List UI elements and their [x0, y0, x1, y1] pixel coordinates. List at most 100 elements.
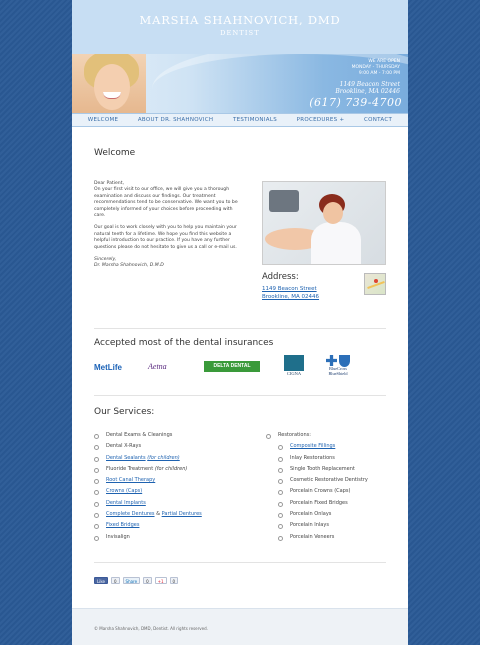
bcbs-logo: BlueCross BlueShield: [322, 355, 354, 381]
service-item: Crowns (Caps): [94, 488, 202, 499]
site-header: MARSHA SHAHNOVICH, DMD DENTIST: [72, 0, 408, 54]
service-link[interactable]: Dental Sealants: [106, 455, 146, 461]
dentist-office-photo: [262, 181, 386, 265]
address-heading: Address:: [262, 272, 299, 282]
service-label: Porcelain Inlays: [290, 522, 329, 529]
service-label: Porcelain Veneers: [290, 533, 335, 540]
bcbs-label: BlueCross BlueShield: [322, 366, 354, 376]
service-item: Restorations:: [266, 432, 368, 443]
service-item: Root Canal Therapy: [94, 477, 202, 488]
blue-cross-icon: [326, 355, 337, 366]
service-item: Inlay Restorations: [266, 455, 368, 466]
smiling-woman-photo: [72, 54, 146, 113]
service-label: Porcelain Crowns (Caps): [290, 488, 351, 495]
welcome-letter: Dear Patient, On your first visit to our…: [94, 181, 244, 270]
service-link[interactable]: Crowns (Caps): [106, 488, 142, 494]
service-item: Porcelain Inlays: [266, 522, 368, 533]
service-item: Composite Fillings: [266, 443, 368, 454]
service-item: Single Tooth Replacement: [266, 466, 368, 477]
service-label: Cosmetic Restorative Dentistry: [290, 477, 368, 484]
main-nav: WELCOME ABOUT DR. SHAHNOVICH TESTIMONIAL…: [72, 113, 408, 127]
service-item: Complete Dentures & Partial Dentures: [94, 511, 202, 522]
banner-city: Brookline, MA 02446: [335, 88, 400, 95]
letter-signature: Dr. Marsha Shahnovich, D.M.D: [94, 263, 164, 269]
services-heading: Our Services:: [94, 407, 155, 417]
letter-paragraph-1: On your first visit to our office, we wi…: [94, 187, 238, 219]
linkedin-share-count: 0: [143, 577, 152, 584]
service-item: Dental Exams & Cleanings: [94, 432, 202, 443]
nav-contact[interactable]: CONTACT: [364, 117, 392, 123]
page-container: MARSHA SHAHNOVICH, DMD DENTIST WE ARE OP…: [72, 0, 408, 645]
services-list-right: Restorations: Composite Fillings Inlay R…: [266, 432, 368, 545]
service-link-note[interactable]: (for children): [147, 455, 180, 461]
page-title: Welcome: [94, 148, 136, 158]
service-label: Invisalign: [106, 533, 130, 540]
service-label: Dental Exams & Cleanings: [106, 432, 173, 438]
nav-testimonials[interactable]: TESTIMONIALS: [233, 117, 277, 123]
nav-procedures[interactable]: PROCEDURES +: [297, 117, 345, 123]
service-link[interactable]: Dental Implants: [106, 500, 146, 506]
cigna-tree-icon: [284, 355, 304, 371]
letter-signature-block: Sincerely, Dr. Marsha Shahnovich, D.M.D: [94, 257, 244, 270]
service-link[interactable]: Partial Dentures: [162, 511, 202, 517]
service-label: Single Tooth Replacement: [290, 465, 355, 472]
address-line-1[interactable]: 1149 Beacon Street: [262, 285, 319, 293]
service-link[interactable]: Complete Dentures: [106, 511, 155, 517]
service-label: Inlay Restorations: [290, 454, 335, 461]
service-item: Fixed Bridges: [94, 522, 202, 533]
insurance-heading: Accepted most of the dental insurances: [94, 338, 274, 348]
service-amp: &: [154, 511, 162, 518]
service-label: Porcelain Fixed Bridges: [290, 499, 348, 506]
services-list-left: Dental Exams & Cleanings Dental X-Rays D…: [94, 432, 202, 545]
cigna-label: CIGNA: [286, 371, 302, 376]
aetna-logo: Aetna: [148, 362, 167, 371]
service-item: Porcelain Crowns (Caps): [266, 488, 368, 499]
service-item: Invisalign: [94, 534, 202, 545]
service-item: Dental Sealants (for children): [94, 455, 202, 466]
service-item: Porcelain Onlays: [266, 511, 368, 522]
nav-about[interactable]: ABOUT DR. SHAHNOVICH: [138, 117, 214, 123]
header-banner: WE ARE OPEN MONDAY - THURSDAY 9:00 AM - …: [72, 54, 408, 113]
divider: [94, 562, 386, 563]
divider: [94, 395, 386, 396]
service-label: Fluoride Treatment: [106, 465, 154, 472]
site-title[interactable]: MARSHA SHAHNOVICH, DMD: [72, 13, 408, 27]
footer-copyright: © Marsha Shahnovich, DMD, Dentist. All r…: [94, 626, 208, 631]
service-label: Dental X-Rays: [106, 443, 142, 450]
address-link[interactable]: 1149 Beacon Street Brookline, MA 02446: [262, 285, 319, 301]
service-label: Restorations:: [278, 432, 311, 438]
divider: [94, 328, 386, 329]
banner-street: 1149 Beacon Street: [339, 81, 400, 88]
service-note: (for children): [154, 465, 188, 472]
insurance-logos: MetLife Aetna DELTA DENTAL CIGNA BlueCro…: [94, 355, 386, 381]
service-link[interactable]: Root Canal Therapy: [106, 477, 155, 483]
service-item: Porcelain Veneers: [266, 534, 368, 545]
letter-closing: Sincerely,: [94, 257, 117, 263]
photo-face: [94, 64, 130, 110]
facebook-like-button[interactable]: Like: [94, 577, 108, 584]
hours-line: 9:00 AM - 7:00 PM: [358, 71, 400, 76]
photo-equipment: [269, 190, 299, 212]
linkedin-share-button[interactable]: Share: [122, 577, 141, 584]
google-plus-button[interactable]: +1: [154, 577, 167, 584]
address-line-2[interactable]: Brookline, MA 02446: [262, 293, 319, 301]
service-item: Dental Implants: [94, 500, 202, 511]
banner-phone[interactable]: (617) 739-4700: [309, 96, 402, 109]
service-item: Fluoride Treatment (for children): [94, 466, 202, 477]
main-content: Welcome Dear Patient, On your first visi…: [94, 148, 386, 584]
service-item: Porcelain Fixed Bridges: [266, 500, 368, 511]
bcbs-label-line-2: BlueShield: [328, 370, 348, 376]
map-thumbnail[interactable]: [364, 273, 386, 295]
nav-welcome[interactable]: WELCOME: [88, 117, 118, 123]
service-item: Cosmetic Restorative Dentistry: [266, 477, 368, 488]
map-pin-icon: [374, 279, 378, 283]
cigna-logo: CIGNA: [281, 355, 307, 381]
office-hours: WE ARE OPEN MONDAY - THURSDAY 9:00 AM - …: [352, 59, 400, 77]
site-subtitle: DENTIST: [220, 29, 260, 37]
google-plus-count: 0: [169, 577, 179, 584]
site-footer: © Marsha Shahnovich, DMD, Dentist. All r…: [72, 608, 408, 645]
service-link[interactable]: Fixed Bridges: [106, 522, 139, 528]
delta-dental-logo: DELTA DENTAL: [204, 361, 260, 372]
banner-address: 1149 Beacon Street Brookline, MA 02446: [335, 81, 400, 95]
service-link[interactable]: Composite Fillings: [290, 443, 335, 449]
